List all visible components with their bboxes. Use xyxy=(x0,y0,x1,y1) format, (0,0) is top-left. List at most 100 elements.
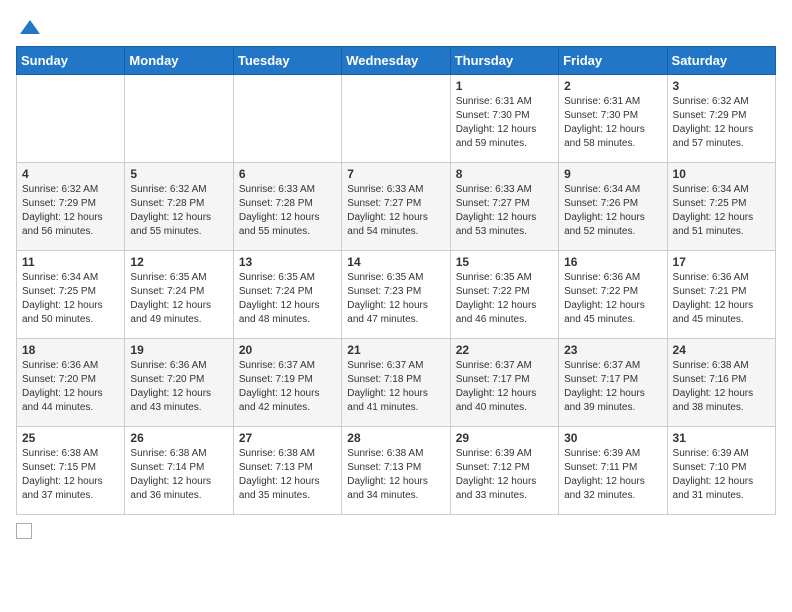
day-info: Sunrise: 6:38 AMSunset: 7:13 PMDaylight:… xyxy=(347,447,444,503)
calendar-week-row: 1 Sunrise: 6:31 AMSunset: 7:30 PMDaylight… xyxy=(17,75,776,163)
calendar-cell: 19Sunrise: 6:36 AMSunset: 7:20 PMDayligh… xyxy=(125,339,233,427)
calendar-week-row: 4 Sunrise: 6:32 AMSunset: 7:29 PMDaylight… xyxy=(17,163,776,251)
calendar-cell: 12 Sunrise: 6:35 AMSunset: 7:24 PMDayligh… xyxy=(125,251,233,339)
calendar-week-row: 25 Sunrise: 6:38 AMSunset: 7:15 PMDayligh… xyxy=(17,427,776,515)
calendar-week-row: 18 Sunrise: 6:36 AMSunset: 7:20 PMDayligh… xyxy=(17,339,776,427)
day-info: Sunrise: 6:34 AMSunset: 7:26 PMDaylight:… xyxy=(564,183,661,239)
calendar-header-monday: Monday xyxy=(125,47,233,75)
day-number: 6 xyxy=(239,167,336,181)
day-info: Sunrise: 6:37 AMSunset: 7:18 PMDaylight:… xyxy=(347,359,444,415)
calendar-cell: 22 Sunrise: 6:37 AMSunset: 7:17 PMDayligh… xyxy=(450,339,558,427)
day-info: Sunrise: 6:34 AMSunset: 7:25 PMDaylight:… xyxy=(673,183,770,239)
day-number: 28 xyxy=(347,431,444,445)
calendar-cell: 20Sunrise: 6:37 AMSunset: 7:19 PMDayligh… xyxy=(233,339,341,427)
calendar-cell xyxy=(342,75,450,163)
day-info: Sunrise: 6:36 AMSunset: 7:20 PMDaylight:… xyxy=(22,359,119,415)
calendar-cell: 24Sunrise: 6:38 AMSunset: 7:16 PMDayligh… xyxy=(667,339,775,427)
legend-box xyxy=(16,523,32,539)
day-info: Sunrise: 6:39 AMSunset: 7:11 PMDaylight:… xyxy=(564,447,661,503)
calendar-cell xyxy=(233,75,341,163)
day-number: 14 xyxy=(347,255,444,269)
day-number: 22 xyxy=(456,343,553,357)
day-info: Sunrise: 6:39 AMSunset: 7:10 PMDaylight:… xyxy=(673,447,770,503)
calendar-cell: 10 Sunrise: 6:34 AMSunset: 7:25 PMDayligh… xyxy=(667,163,775,251)
day-number: 8 xyxy=(456,167,553,181)
logo xyxy=(16,16,42,36)
calendar-cell: 15Sunrise: 6:35 AMSunset: 7:22 PMDayligh… xyxy=(450,251,558,339)
calendar-cell: 2Sunrise: 6:31 AMSunset: 7:30 PMDaylight… xyxy=(559,75,667,163)
day-info: Sunrise: 6:37 AMSunset: 7:19 PMDaylight:… xyxy=(239,359,336,415)
calendar-cell: 21 Sunrise: 6:37 AMSunset: 7:18 PMDayligh… xyxy=(342,339,450,427)
calendar-cell: 28 Sunrise: 6:38 AMSunset: 7:13 PMDayligh… xyxy=(342,427,450,515)
calendar-cell: 26Sunrise: 6:38 AMSunset: 7:14 PMDayligh… xyxy=(125,427,233,515)
day-number: 27 xyxy=(239,431,336,445)
calendar-header-thursday: Thursday xyxy=(450,47,558,75)
day-info: Sunrise: 6:32 AMSunset: 7:29 PMDaylight:… xyxy=(673,95,770,151)
calendar-cell xyxy=(17,75,125,163)
day-info: Sunrise: 6:33 AMSunset: 7:28 PMDaylight:… xyxy=(239,183,336,239)
day-number: 25 xyxy=(22,431,119,445)
calendar-cell: 31Sunrise: 6:39 AMSunset: 7:10 PMDayligh… xyxy=(667,427,775,515)
calendar-header-sunday: Sunday xyxy=(17,47,125,75)
day-number: 29 xyxy=(456,431,553,445)
day-info: Sunrise: 6:32 AMSunset: 7:29 PMDaylight:… xyxy=(22,183,119,239)
calendar-cell xyxy=(125,75,233,163)
day-info: Sunrise: 6:31 AMSunset: 7:30 PMDaylight:… xyxy=(456,95,553,151)
day-info: Sunrise: 6:35 AMSunset: 7:23 PMDaylight:… xyxy=(347,271,444,327)
day-info: Sunrise: 6:35 AMSunset: 7:22 PMDaylight:… xyxy=(456,271,553,327)
day-number: 26 xyxy=(130,431,227,445)
day-number: 21 xyxy=(347,343,444,357)
day-number: 24 xyxy=(673,343,770,357)
day-info: Sunrise: 6:35 AMSunset: 7:24 PMDaylight:… xyxy=(239,271,336,327)
calendar-cell: 8 Sunrise: 6:33 AMSunset: 7:27 PMDaylight… xyxy=(450,163,558,251)
calendar-cell: 18 Sunrise: 6:36 AMSunset: 7:20 PMDayligh… xyxy=(17,339,125,427)
calendar-header-friday: Friday xyxy=(559,47,667,75)
day-number: 18 xyxy=(22,343,119,357)
page-header xyxy=(16,16,776,36)
day-number: 3 xyxy=(673,79,770,93)
day-info: Sunrise: 6:33 AMSunset: 7:27 PMDaylight:… xyxy=(456,183,553,239)
day-number: 4 xyxy=(22,167,119,181)
calendar-header-wednesday: Wednesday xyxy=(342,47,450,75)
calendar-cell: 11Sunrise: 6:34 AMSunset: 7:25 PMDayligh… xyxy=(17,251,125,339)
day-info: Sunrise: 6:39 AMSunset: 7:12 PMDaylight:… xyxy=(456,447,553,503)
calendar-week-row: 11Sunrise: 6:34 AMSunset: 7:25 PMDayligh… xyxy=(17,251,776,339)
day-info: Sunrise: 6:38 AMSunset: 7:13 PMDaylight:… xyxy=(239,447,336,503)
day-info: Sunrise: 6:36 AMSunset: 7:22 PMDaylight:… xyxy=(564,271,661,327)
day-number: 1 xyxy=(456,79,553,93)
day-number: 19 xyxy=(130,343,227,357)
calendar-cell: 5 Sunrise: 6:32 AMSunset: 7:28 PMDaylight… xyxy=(125,163,233,251)
day-number: 23 xyxy=(564,343,661,357)
calendar-cell: 4 Sunrise: 6:32 AMSunset: 7:29 PMDaylight… xyxy=(17,163,125,251)
day-number: 12 xyxy=(130,255,227,269)
day-info: Sunrise: 6:37 AMSunset: 7:17 PMDaylight:… xyxy=(564,359,661,415)
day-number: 13 xyxy=(239,255,336,269)
calendar-cell: 1 Sunrise: 6:31 AMSunset: 7:30 PMDaylight… xyxy=(450,75,558,163)
day-info: Sunrise: 6:38 AMSunset: 7:15 PMDaylight:… xyxy=(22,447,119,503)
day-number: 5 xyxy=(130,167,227,181)
calendar-cell: 7Sunrise: 6:33 AMSunset: 7:27 PMDaylight… xyxy=(342,163,450,251)
day-info: Sunrise: 6:35 AMSunset: 7:24 PMDaylight:… xyxy=(130,271,227,327)
calendar-cell: 17Sunrise: 6:36 AMSunset: 7:21 PMDayligh… xyxy=(667,251,775,339)
day-number: 16 xyxy=(564,255,661,269)
calendar-header-tuesday: Tuesday xyxy=(233,47,341,75)
day-number: 30 xyxy=(564,431,661,445)
calendar-cell: 23 Sunrise: 6:37 AMSunset: 7:17 PMDayligh… xyxy=(559,339,667,427)
calendar-cell: 13 Sunrise: 6:35 AMSunset: 7:24 PMDayligh… xyxy=(233,251,341,339)
calendar-cell: 9 Sunrise: 6:34 AMSunset: 7:26 PMDaylight… xyxy=(559,163,667,251)
day-number: 17 xyxy=(673,255,770,269)
day-number: 7 xyxy=(347,167,444,181)
day-number: 10 xyxy=(673,167,770,181)
day-number: 9 xyxy=(564,167,661,181)
day-number: 2 xyxy=(564,79,661,93)
calendar-cell: 3 Sunrise: 6:32 AMSunset: 7:29 PMDaylight… xyxy=(667,75,775,163)
logo-icon xyxy=(18,16,42,40)
day-info: Sunrise: 6:32 AMSunset: 7:28 PMDaylight:… xyxy=(130,183,227,239)
legend xyxy=(16,523,776,539)
calendar-cell: 25 Sunrise: 6:38 AMSunset: 7:15 PMDayligh… xyxy=(17,427,125,515)
calendar-cell: 16 Sunrise: 6:36 AMSunset: 7:22 PMDayligh… xyxy=(559,251,667,339)
day-info: Sunrise: 6:37 AMSunset: 7:17 PMDaylight:… xyxy=(456,359,553,415)
calendar-cell: 27 Sunrise: 6:38 AMSunset: 7:13 PMDayligh… xyxy=(233,427,341,515)
calendar-cell: 14 Sunrise: 6:35 AMSunset: 7:23 PMDayligh… xyxy=(342,251,450,339)
calendar-table: SundayMondayTuesdayWednesdayThursdayFrid… xyxy=(16,46,776,515)
